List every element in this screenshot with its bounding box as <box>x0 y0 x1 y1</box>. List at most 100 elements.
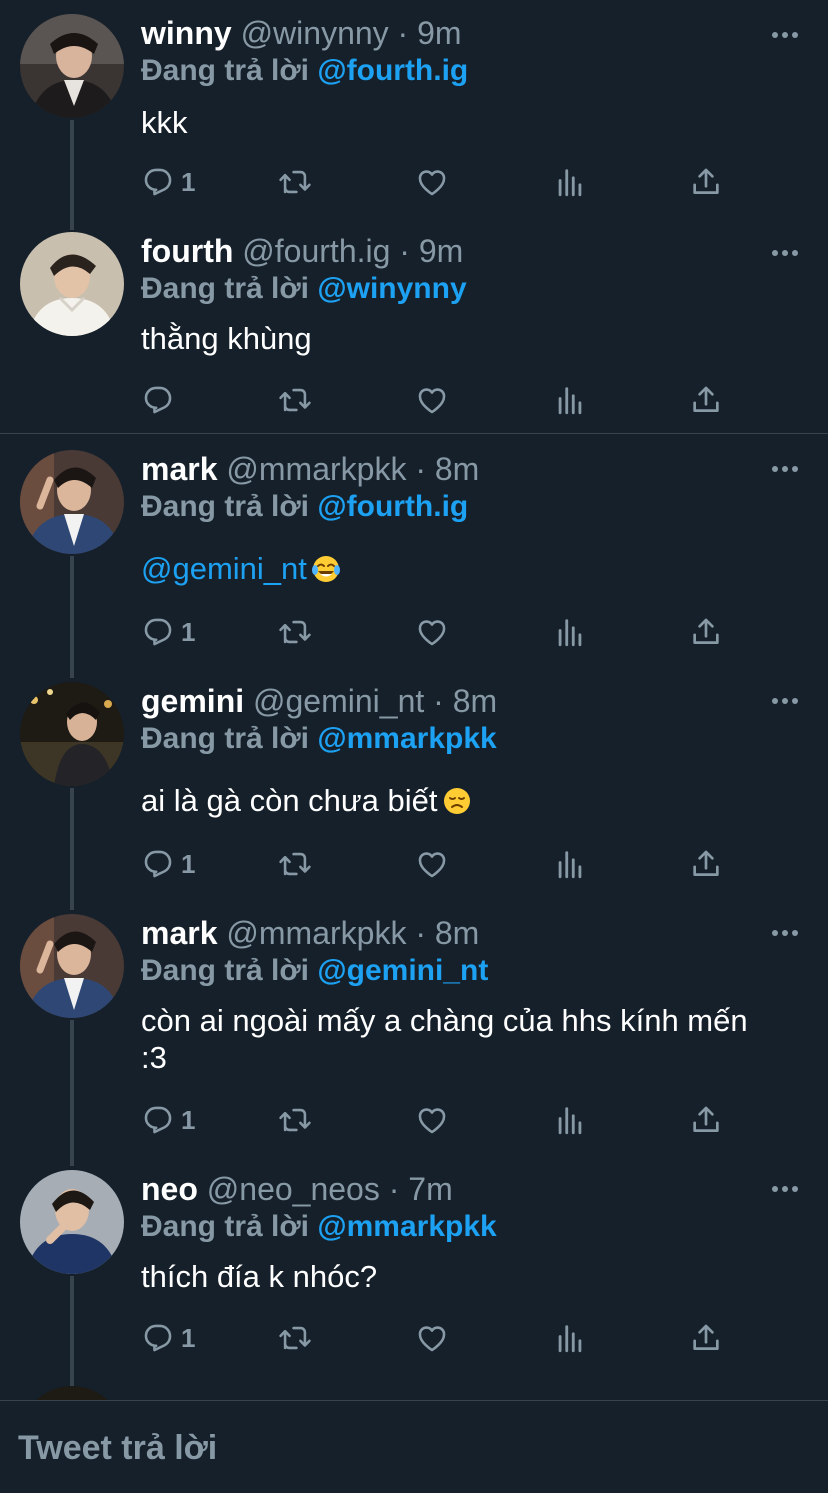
retweet-icon <box>279 620 311 644</box>
reply-icon <box>144 1324 172 1352</box>
like-icon <box>418 852 446 878</box>
share-button[interactable] <box>689 162 723 202</box>
user-handle[interactable]: @mmarkpkk <box>226 451 406 487</box>
reply-button[interactable]: 1 <box>141 1318 195 1358</box>
tweet[interactable]: gemini @gemini_nt · 8m Đang trả lời @mma… <box>0 668 828 898</box>
reply-count: 1 <box>181 1104 196 1135</box>
replying-mention[interactable]: @mmarkpkk <box>317 722 496 755</box>
user-handle[interactable]: @fourth.ig <box>242 233 390 269</box>
separator: · <box>397 15 409 51</box>
analytics-button[interactable] <box>553 1318 587 1358</box>
replying-label: Đang trả lời <box>141 54 310 87</box>
like-button[interactable] <box>415 844 449 884</box>
avatar[interactable] <box>20 450 124 554</box>
replying-label: Đang trả lời <box>141 272 310 305</box>
tweet[interactable]: mark @mmarkpkk · 8m Đang trả lời @gemini… <box>0 900 828 1154</box>
timestamp[interactable]: 8m <box>435 451 479 487</box>
display-name[interactable]: mark <box>141 451 218 487</box>
tweet-text: thích đía k nhóc? <box>141 1259 378 1294</box>
tweet-actions <box>141 380 741 420</box>
avatar[interactable] <box>20 682 124 786</box>
share-button[interactable] <box>689 1318 723 1358</box>
more-options-icon[interactable] <box>770 454 800 484</box>
avatar[interactable] <box>20 1386 124 1400</box>
display-name[interactable]: neo <box>141 1171 198 1207</box>
share-icon <box>693 1106 719 1132</box>
display-name[interactable]: mark <box>141 915 218 951</box>
like-button[interactable] <box>415 1318 449 1358</box>
more-options-icon[interactable] <box>770 686 800 716</box>
tweet-actions: 1 <box>141 1318 741 1358</box>
user-handle[interactable]: @winynny <box>241 15 389 51</box>
analytics-button[interactable] <box>553 612 587 652</box>
like-button[interactable] <box>415 1100 449 1140</box>
replying-mention[interactable]: @mmarkpkk <box>317 1210 496 1243</box>
replying-mention[interactable]: @winynny <box>317 272 466 305</box>
tweet-header: neo @neo_neos · 7m <box>141 1170 453 1208</box>
share-button[interactable] <box>689 1100 723 1140</box>
tweet-actions: 1 <box>141 162 741 202</box>
tweet-partial[interactable] <box>0 1386 828 1400</box>
share-button[interactable] <box>689 380 723 420</box>
retweet-button[interactable] <box>277 162 313 202</box>
replying-mention[interactable]: @fourth.ig <box>317 490 468 523</box>
analytics-icon <box>558 387 582 415</box>
timestamp[interactable]: 9m <box>419 233 463 269</box>
tweet[interactable]: winny @winynny · 9m Đang trả lời @fourth… <box>0 0 828 216</box>
display-name[interactable]: fourth <box>141 233 233 269</box>
avatar[interactable] <box>20 14 124 118</box>
analytics-button[interactable] <box>553 162 587 202</box>
replying-mention[interactable]: @gemini_nt <box>317 954 488 987</box>
tweet-header: mark @mmarkpkk · 8m <box>141 450 479 488</box>
like-button[interactable] <box>415 380 449 420</box>
timestamp[interactable]: 7m <box>408 1171 452 1207</box>
retweet-button[interactable] <box>277 612 313 652</box>
separator: · <box>415 451 426 487</box>
tweet[interactable]: mark @mmarkpkk · 8m Đang trả lời @fourth… <box>0 436 828 666</box>
more-options-icon[interactable] <box>770 238 800 268</box>
retweet-button[interactable] <box>277 380 313 420</box>
display-name[interactable]: gemini <box>141 683 244 719</box>
reply-button[interactable]: 1 <box>141 844 195 884</box>
share-button[interactable] <box>689 612 723 652</box>
reply-icon <box>144 1106 172 1134</box>
reply-button[interactable]: 1 <box>141 1100 195 1140</box>
retweet-button[interactable] <box>277 844 313 884</box>
user-handle[interactable]: @mmarkpkk <box>226 915 406 951</box>
separator: · <box>415 915 426 951</box>
like-button[interactable] <box>415 612 449 652</box>
tweet-text: ai là gà còn chưa biết <box>141 782 781 819</box>
reply-button[interactable]: 1 <box>141 162 195 202</box>
timestamp[interactable]: 8m <box>453 683 497 719</box>
analytics-button[interactable] <box>553 380 587 420</box>
share-button[interactable] <box>689 844 723 884</box>
face-with-tears-of-joy-emoji <box>311 556 340 582</box>
user-handle[interactable]: @gemini_nt <box>253 683 424 719</box>
tweet[interactable]: neo @neo_neos · 7m Đang trả lời @mmarkpk… <box>0 1156 828 1382</box>
display-name[interactable]: winny <box>141 15 232 51</box>
more-options-icon[interactable] <box>770 20 800 50</box>
timestamp[interactable]: 8m <box>435 915 479 951</box>
reply-button[interactable]: 1 <box>141 612 195 652</box>
analytics-button[interactable] <box>553 1100 587 1140</box>
avatar[interactable] <box>20 914 124 1018</box>
reply-input[interactable]: Tweet trả lời <box>18 1429 217 1468</box>
like-button[interactable] <box>415 162 449 202</box>
avatar[interactable] <box>20 1170 124 1274</box>
tweet[interactable]: fourth @fourth.ig · 9m Đang trả lời @win… <box>0 218 828 432</box>
replying-to: Đang trả lời @mmarkpkk <box>141 1208 497 1246</box>
user-handle[interactable]: @neo_neos <box>207 1171 380 1207</box>
retweet-button[interactable] <box>277 1100 313 1140</box>
analytics-button[interactable] <box>553 844 587 884</box>
retweet-button[interactable] <box>277 1318 313 1358</box>
reply-composer[interactable]: Tweet trả lời <box>0 1400 828 1493</box>
more-options-icon[interactable] <box>770 918 800 948</box>
replying-mention[interactable]: @fourth.ig <box>317 54 468 87</box>
text-mention[interactable]: @gemini_nt <box>141 551 307 586</box>
reply-button[interactable] <box>141 380 181 420</box>
avatar[interactable] <box>20 232 124 336</box>
reply-icon <box>144 618 172 646</box>
analytics-icon <box>558 851 582 879</box>
more-options-icon[interactable] <box>770 1174 800 1204</box>
timestamp[interactable]: 9m <box>417 15 461 51</box>
